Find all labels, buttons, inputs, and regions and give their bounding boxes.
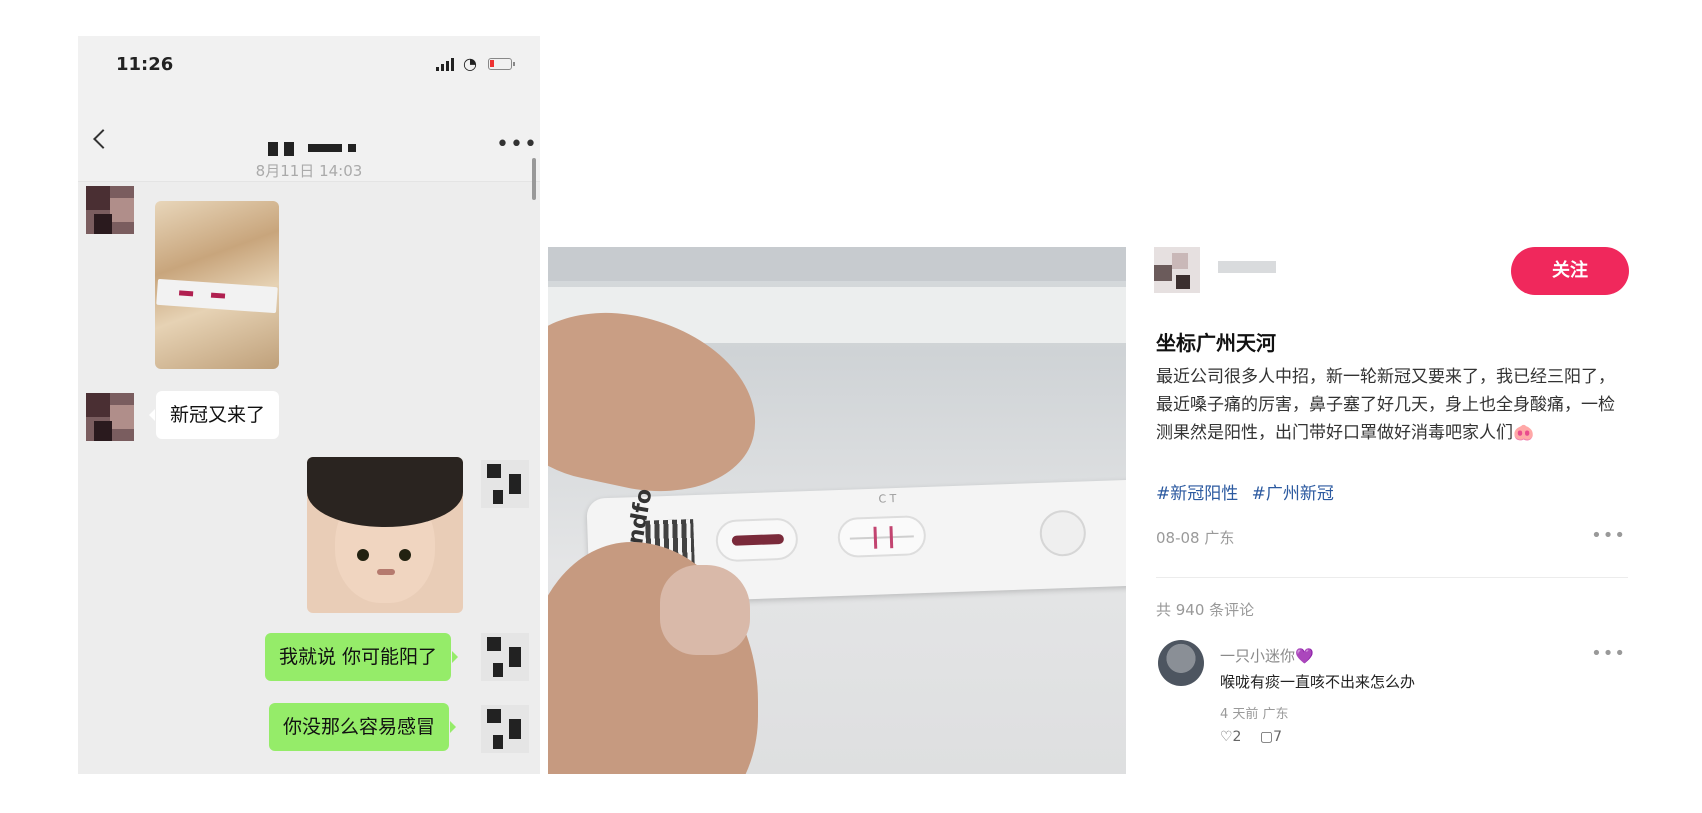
post-tags: #新冠阳性 #广州新冠 xyxy=(1156,479,1342,504)
redacted-contact-name xyxy=(308,144,342,152)
commenter-name-text: 一只小迷你 xyxy=(1220,647,1296,665)
follow-button[interactable]: 关注 xyxy=(1511,247,1629,295)
redacted-contact-name xyxy=(348,144,356,152)
more-options-icon[interactable]: ••• xyxy=(1591,525,1626,546)
test-strip-photo-message[interactable] xyxy=(155,201,279,369)
result-window-1 xyxy=(715,517,799,563)
back-icon[interactable] xyxy=(93,129,113,149)
commenter-avatar[interactable] xyxy=(1158,640,1204,686)
heart-icon: 💜 xyxy=(1295,647,1314,665)
result-window-2 xyxy=(837,514,927,559)
sample-well xyxy=(1039,509,1087,557)
control-test-marks: C T xyxy=(878,491,897,506)
avatar[interactable] xyxy=(481,460,529,508)
status-time: 11:26 xyxy=(116,54,174,75)
sticker-hair xyxy=(307,457,463,527)
thumbnail xyxy=(660,565,750,655)
comment-count: 共 940 条评论 xyxy=(1156,601,1255,619)
avatar[interactable] xyxy=(86,393,134,441)
post-body: 最近公司很多人中招，新一轮新冠又要来了，我已经三阳了，最近嗓子痛的厉害，鼻子塞了… xyxy=(1156,367,1615,443)
chat-screenshot: 11:26 ◔ ••• 8月11日 14:03 新冠又来了 我就说 你可能阳了 … xyxy=(78,36,540,774)
test-strip xyxy=(156,278,278,314)
wifi-icon: ◔ xyxy=(463,54,477,73)
sticker-message[interactable] xyxy=(307,457,463,613)
redacted-contact-name xyxy=(284,142,294,156)
comment-meta: 4 天前 广东 xyxy=(1220,707,1289,722)
hashtag-link[interactable]: #新冠阳性 xyxy=(1156,484,1238,504)
comment-actions: ♡2 ▢7 xyxy=(1220,729,1296,745)
signal-icon xyxy=(436,58,454,71)
message-bubble[interactable]: 我就说 你可能阳了 xyxy=(265,633,459,681)
author-avatar[interactable] xyxy=(1154,247,1200,293)
message-bubble[interactable]: 新冠又来了 xyxy=(148,391,280,439)
comment-text: 喉咙有痰一直咳不出来怎么办 xyxy=(1220,673,1416,691)
battery-icon xyxy=(488,58,515,70)
divider xyxy=(1156,577,1628,578)
redacted-author-name xyxy=(1218,261,1276,273)
commenter-name[interactable]: 一只小迷你💜 xyxy=(1220,645,1314,666)
status-bar: 11:26 ◔ xyxy=(78,36,540,96)
monitor-background xyxy=(548,247,1126,281)
like-count[interactable]: ♡2 xyxy=(1220,729,1241,745)
message-bubble[interactable]: 你没那么容易感冒 xyxy=(269,703,457,751)
redacted-contact-name xyxy=(268,142,278,156)
avatar[interactable] xyxy=(481,633,529,681)
reply-count[interactable]: ▢7 xyxy=(1260,729,1282,745)
avatar[interactable] xyxy=(86,186,134,234)
avatar[interactable] xyxy=(481,705,529,753)
more-options-icon[interactable]: ••• xyxy=(1591,643,1626,664)
sticker-mouth xyxy=(377,569,395,575)
scrollbar[interactable] xyxy=(532,158,536,200)
post-meta: 08-08 广东 xyxy=(1156,529,1235,547)
message-timestamp: 8月11日 14:03 xyxy=(255,162,363,180)
antigen-test-photo: Wondfo C T xyxy=(548,247,1126,774)
post-title: 坐标广州天河 xyxy=(1156,331,1276,355)
social-post: 关注 坐标广州天河 最近公司很多人中招，新一轮新冠又要来了，我已经三阳了，最近嗓… xyxy=(1136,247,1634,774)
hashtag-link[interactable]: #广州新冠 xyxy=(1252,484,1334,504)
more-options-icon[interactable]: ••• xyxy=(496,132,538,157)
